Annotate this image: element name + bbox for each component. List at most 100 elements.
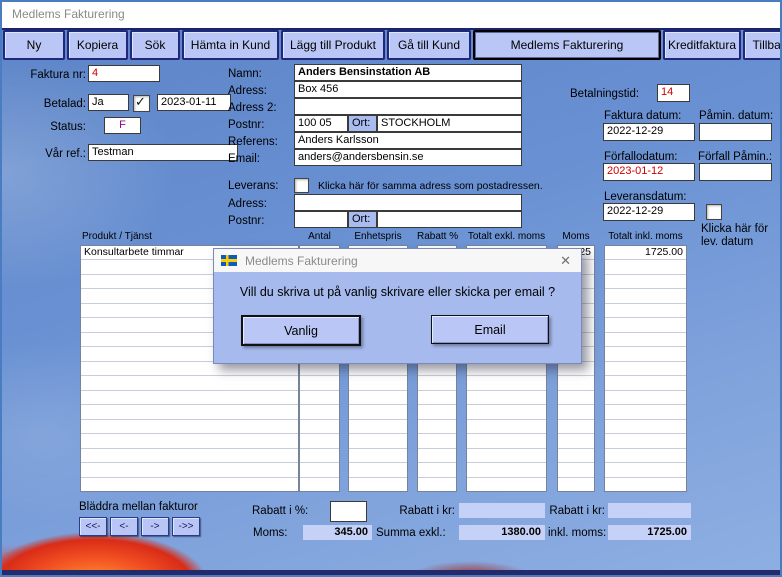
table-cell-totalt_inkl-row4[interactable] [605, 289, 686, 303]
table-cell-totalt_exkl-row16[interactable] [467, 463, 546, 477]
last-invoice-button[interactable]: ->> [172, 517, 200, 536]
forfallodatum-field[interactable]: 2023-01-12 [603, 163, 695, 181]
table-cell-totalt_inkl-row8[interactable] [605, 347, 686, 361]
table-cell-rabatt-row13[interactable] [418, 420, 456, 434]
leveransdatum-field[interactable]: 2022-12-29 [603, 203, 695, 221]
table-cell-antal-row10[interactable] [300, 376, 339, 390]
table-cell-totalt_exkl-row15[interactable] [467, 449, 546, 463]
kreditfaktura-button[interactable]: Kreditfaktura [663, 30, 741, 60]
table-cell-antal-row15[interactable] [300, 449, 339, 463]
prev-invoice-button[interactable]: <- [110, 517, 138, 536]
sok-button[interactable]: Sök [130, 30, 180, 60]
table-cell-totalt_exkl-row11[interactable] [467, 391, 546, 405]
table-cell-moms-row15[interactable] [558, 449, 594, 463]
email-field[interactable]: anders@andersbensin.se [294, 149, 522, 166]
table-cell-antal-row16[interactable] [300, 463, 339, 477]
table-cell-enhetspris-row11[interactable] [349, 391, 407, 405]
vanlig-button[interactable]: Vanlig [241, 315, 361, 346]
faktura-datum-field[interactable]: 2022-12-29 [603, 123, 695, 141]
table-cell-produkt-row10[interactable] [81, 376, 298, 390]
table-cell-totalt_inkl-row14[interactable] [605, 434, 686, 448]
table-cell-totalt_inkl-row10[interactable] [605, 376, 686, 390]
table-cell-produkt-row14[interactable] [81, 434, 298, 448]
namn-field[interactable]: Anders Bensinstation AB [294, 64, 522, 81]
table-cell-totalt_inkl-row16[interactable] [605, 463, 686, 477]
table-cell-totalt_exkl-row12[interactable] [467, 405, 546, 419]
table-cell-rabatt-row11[interactable] [418, 391, 456, 405]
print-dialog-titlebar[interactable]: Medlems Fakturering ✕ [214, 249, 581, 272]
table-cell-totalt_inkl-row15[interactable] [605, 449, 686, 463]
var-ref-field[interactable]: Testman [88, 144, 238, 161]
table-cell-totalt_inkl-row2[interactable] [605, 260, 686, 274]
table-cell-totalt_inkl-row13[interactable] [605, 420, 686, 434]
table-cell-produkt-row13[interactable] [81, 420, 298, 434]
leverans-ort-field[interactable] [377, 211, 522, 228]
table-cell-totalt_inkl-row3[interactable] [605, 275, 686, 289]
status-field[interactable]: F [104, 117, 141, 134]
table-cell-totalt_inkl-row12[interactable] [605, 405, 686, 419]
forfall-pamin-field[interactable] [699, 163, 772, 181]
table-cell-moms-row14[interactable] [558, 434, 594, 448]
table-cell-rabatt-row10[interactable] [418, 376, 456, 390]
rabatt-procent-input[interactable] [330, 501, 367, 522]
table-cell-totalt_exkl-row17[interactable] [467, 478, 546, 491]
table-cell-totalt_inkl-row6[interactable] [605, 318, 686, 332]
table-cell-antal-row17[interactable] [300, 478, 339, 491]
betalad-field[interactable]: Ja [88, 94, 129, 111]
adress2-field[interactable] [294, 98, 522, 115]
table-cell-moms-row12[interactable] [558, 405, 594, 419]
table-cell-enhetspris-row14[interactable] [349, 434, 407, 448]
betalad-datum-field[interactable]: 2023-01-11 [157, 94, 231, 111]
table-cell-antal-row13[interactable] [300, 420, 339, 434]
table-cell-moms-row11[interactable] [558, 391, 594, 405]
ny-button[interactable]: Ny [3, 30, 65, 60]
leverans-adress-field[interactable] [294, 194, 522, 211]
table-cell-enhetspris-row16[interactable] [349, 463, 407, 477]
table-cell-moms-row17[interactable] [558, 478, 594, 491]
table-cell-rabatt-row14[interactable] [418, 434, 456, 448]
table-cell-antal-row12[interactable] [300, 405, 339, 419]
hamta-in-kund-button[interactable]: Hämta in Kund [182, 30, 279, 60]
table-cell-produkt-row16[interactable] [81, 463, 298, 477]
table-cell-enhetspris-row17[interactable] [349, 478, 407, 491]
table-cell-rabatt-row16[interactable] [418, 463, 456, 477]
table-cell-antal-row11[interactable] [300, 391, 339, 405]
table-cell-totalt_exkl-row13[interactable] [467, 420, 546, 434]
first-invoice-button[interactable]: <<- [79, 517, 107, 536]
ga-till-kund-button[interactable]: Gå till Kund [387, 30, 471, 60]
ort-field[interactable]: STOCKHOLM [377, 115, 522, 132]
table-cell-produkt-row15[interactable] [81, 449, 298, 463]
postnr-field[interactable]: 100 05 [294, 115, 348, 132]
table-cell-enhetspris-row10[interactable] [349, 376, 407, 390]
table-cell-produkt-row17[interactable] [81, 478, 298, 491]
close-icon[interactable]: ✕ [560, 253, 571, 269]
medlems-fakturering-button[interactable]: Medlems Fakturering [473, 30, 661, 60]
table-cell-moms-row16[interactable] [558, 463, 594, 477]
pamin-datum-field[interactable] [699, 123, 772, 141]
table-cell-rabatt-row17[interactable] [418, 478, 456, 491]
table-cell-totalt_exkl-row10[interactable] [467, 376, 546, 390]
table-cell-produkt-row12[interactable] [81, 405, 298, 419]
lev-datum-checkbox[interactable] [706, 204, 722, 220]
kopiera-button[interactable]: Kopiera [67, 30, 128, 60]
table-cell-totalt_inkl-row9[interactable] [605, 362, 686, 376]
table-cell-totalt_inkl-row5[interactable] [605, 304, 686, 318]
table-cell-rabatt-row12[interactable] [418, 405, 456, 419]
table-cell-moms-row10[interactable] [558, 376, 594, 390]
leverans-postnr-field[interactable] [294, 211, 348, 228]
table-cell-enhetspris-row13[interactable] [349, 420, 407, 434]
table-cell-totalt_inkl-row17[interactable] [605, 478, 686, 491]
table-cell-enhetspris-row12[interactable] [349, 405, 407, 419]
table-cell-totalt_inkl-row11[interactable] [605, 391, 686, 405]
table-cell-produkt-row11[interactable] [81, 391, 298, 405]
betalningstid-field[interactable]: 14 [657, 84, 690, 102]
next-invoice-button[interactable]: -> [141, 517, 169, 536]
table-cell-enhetspris-row15[interactable] [349, 449, 407, 463]
table-cell-totalt_exkl-row14[interactable] [467, 434, 546, 448]
adress-field[interactable]: Box 456 [294, 81, 522, 98]
tillbaka-button[interactable]: Tillbaka [743, 30, 782, 60]
lagg-till-produkt-button[interactable]: Lägg till Produkt [281, 30, 385, 60]
email-button[interactable]: Email [431, 315, 549, 344]
table-cell-totalt_inkl-row7[interactable] [605, 333, 686, 347]
table-cell-antal-row14[interactable] [300, 434, 339, 448]
